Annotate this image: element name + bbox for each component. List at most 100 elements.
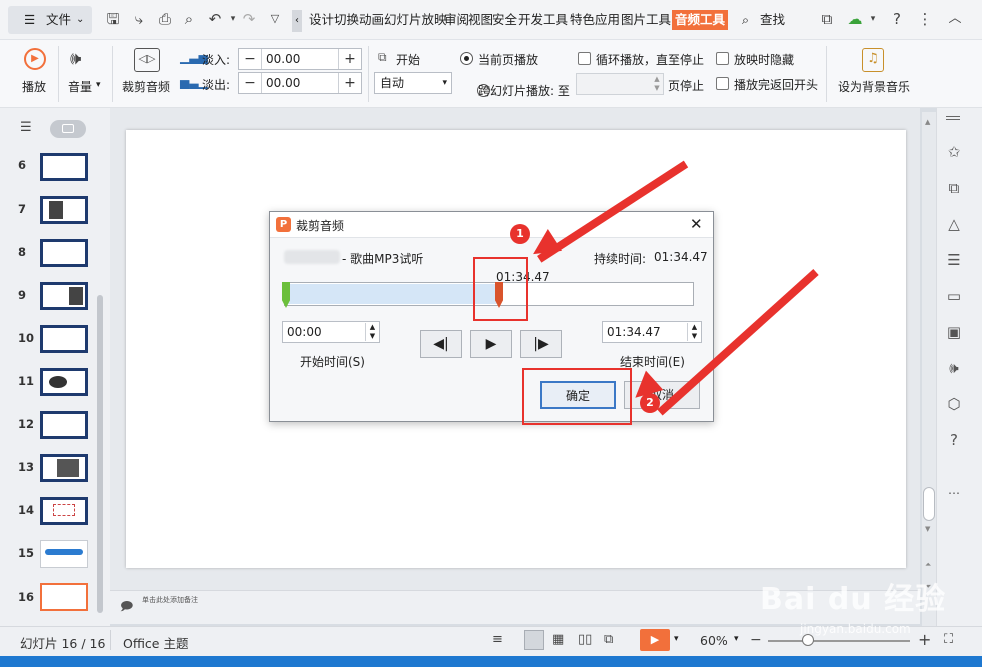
save-icon[interactable]: 🖫 — [104, 10, 122, 28]
scroll-down-icon[interactable]: ▼ — [925, 525, 930, 533]
more-icon[interactable]: ⋮ — [916, 10, 934, 28]
adjust-icon[interactable]: ☰ — [944, 250, 964, 270]
more-icon[interactable]: … — [944, 480, 964, 500]
tab-slideshow[interactable]: 幻灯片放映 — [384, 10, 447, 30]
scrollbar-thumb[interactable] — [923, 487, 935, 521]
background-music-button[interactable]: 设为背景音乐 — [838, 78, 910, 95]
redo-icon[interactable]: ↷ — [240, 10, 258, 28]
spin-arrows-icon[interactable]: ▲ ▼ — [651, 75, 663, 93]
print-icon[interactable]: ⎙ — [156, 10, 174, 28]
increment-button[interactable]: + — [339, 73, 361, 93]
zoom-slider[interactable] — [768, 640, 910, 642]
next-frame-button[interactable]: |▶ — [520, 330, 562, 358]
play-icon[interactable]: ▶ — [24, 48, 46, 70]
shield-icon[interactable]: ⬡ — [944, 394, 964, 414]
file-menu[interactable]: 文件 — [46, 8, 71, 32]
undo-icon[interactable]: ↶ — [206, 10, 224, 28]
audio-icon[interactable]: 🕪 — [944, 358, 964, 378]
cross-slides-page-spinner[interactable]: ▲ ▼ — [576, 73, 664, 95]
radio-current-page-label[interactable]: 当前页播放 — [478, 51, 538, 68]
spin-arrows-icon[interactable]: ▲ ▼ — [365, 323, 379, 341]
zoom-level[interactable]: 60% — [700, 633, 728, 648]
previous-frame-button[interactable]: ◀| — [420, 330, 462, 358]
fade-in-value[interactable]: 00.00 — [261, 49, 339, 69]
slide-thumbnail[interactable] — [40, 497, 88, 525]
slide-thumbnail-selected[interactable] — [40, 583, 88, 611]
slideshow-play-icon[interactable]: ▶ — [640, 629, 670, 651]
decrement-button[interactable]: − — [239, 73, 261, 93]
theme-name[interactable]: Office 主题 — [123, 633, 188, 652]
thumbnail-scrollbar[interactable] — [97, 295, 103, 613]
radio-cross-slides-label[interactable]: 跨幻灯片播放: 至 — [478, 82, 570, 99]
slide-thumbnail[interactable] — [40, 368, 88, 396]
tabs-scroll-left-icon[interactable]: ‹ — [292, 10, 302, 32]
radio-current-page[interactable] — [460, 52, 473, 65]
zoom-dropdown-icon[interactable]: ▾ — [734, 634, 739, 644]
copy-style-icon[interactable]: ⧉ — [944, 178, 964, 198]
end-time-value[interactable]: 01:34.47 — [603, 322, 687, 342]
collapse-ribbon-icon[interactable]: ︿ — [946, 10, 964, 28]
prev-slide-icon[interactable]: ⏶ — [925, 560, 931, 570]
start-select[interactable]: 自动 ▾ — [374, 72, 452, 94]
share-icon[interactable]: ⤷ — [130, 10, 148, 28]
outline-view-icon[interactable]: ☰ — [20, 120, 32, 135]
slide-thumbnail[interactable] — [40, 325, 88, 353]
reading-view-icon[interactable]: ▯▯ — [578, 632, 592, 647]
volume-button[interactable]: 音量 — [68, 78, 92, 95]
close-icon[interactable]: ✕ — [690, 215, 703, 233]
fade-out-value[interactable]: 00.00 — [261, 73, 339, 93]
tab-review[interactable]: 审阅 — [444, 10, 469, 30]
search-button[interactable]: 查找 — [760, 8, 785, 32]
rewind-checkbox[interactable] — [716, 77, 729, 90]
start-time-value[interactable]: 00:00 — [283, 322, 365, 342]
customize-dropdown-icon[interactable]: ▽ — [266, 10, 284, 28]
notes-toggle-icon[interactable]: ≡ — [492, 632, 503, 647]
hide-checkbox[interactable] — [716, 52, 729, 65]
slide-thumbnail[interactable] — [40, 454, 88, 482]
tab-features[interactable]: 特色应用 — [570, 10, 620, 30]
slide-thumbnail[interactable] — [40, 540, 88, 568]
slide-thumbnail[interactable] — [40, 239, 88, 267]
zoom-in-icon[interactable]: + — [918, 630, 931, 649]
image-icon[interactable]: ▣ — [944, 322, 964, 342]
end-time-spinner[interactable]: 01:34.47 ▲ ▼ — [602, 321, 702, 343]
cloud-sync-icon[interactable]: ☁ — [846, 10, 864, 28]
tab-audio-tools[interactable]: 音频工具 — [672, 10, 729, 30]
tab-security[interactable]: 安全 — [492, 10, 517, 30]
magic-icon[interactable]: ✩ — [944, 142, 964, 162]
volume-icon[interactable]: 🕪 — [70, 48, 81, 69]
music-note-icon[interactable]: ♫ — [862, 48, 884, 72]
slide-thumbnail[interactable] — [40, 196, 88, 224]
fit-window-icon[interactable]: ⛶ — [944, 632, 953, 647]
trim-audio-icon[interactable]: ◁▷ — [134, 48, 160, 72]
start-time-spinner[interactable]: 00:00 ▲ ▼ — [282, 321, 380, 343]
slideshow-dropdown-icon[interactable]: ▾ — [674, 634, 679, 644]
slide-thumbnail[interactable] — [40, 411, 88, 439]
loop-checkbox[interactable] — [578, 52, 591, 65]
fade-in-spinner[interactable]: − 00.00 + — [238, 48, 362, 70]
zoom-out-icon[interactable]: − — [750, 632, 762, 648]
spin-arrows-icon[interactable]: ▲ ▼ — [687, 323, 701, 341]
help-icon[interactable]: ? — [944, 430, 964, 450]
presenter-view-icon[interactable]: ⧉ — [604, 632, 613, 647]
tab-transition[interactable]: 切换 — [334, 10, 359, 30]
tab-picture-tools[interactable]: 图片工具 — [621, 10, 671, 30]
play-button[interactable]: 播放 — [22, 78, 46, 95]
notes-placeholder[interactable]: 单击此处添加备注 — [142, 595, 198, 605]
loop-label[interactable]: 循环播放，直至停止 — [596, 51, 704, 68]
normal-view-icon[interactable] — [524, 630, 544, 650]
help-icon[interactable]: ? — [888, 10, 906, 28]
hamburger-icon[interactable]: ☰ — [24, 8, 35, 32]
slide-thumbnail[interactable] — [40, 282, 88, 310]
increment-button[interactable]: + — [339, 49, 361, 69]
rewind-label[interactable]: 播放完返回开头 — [734, 76, 818, 93]
archive-icon[interactable]: ▭ — [944, 286, 964, 306]
expand-panel-icon[interactable] — [946, 116, 960, 120]
tab-view[interactable]: 视图 — [468, 10, 493, 30]
search-icon[interactable]: ⌕ — [742, 8, 749, 32]
tab-developer[interactable]: 开发工具 — [518, 10, 568, 30]
cloud-doc-icon[interactable]: ⧉ — [818, 10, 836, 28]
vertical-scrollbar[interactable] — [922, 112, 936, 628]
fade-out-spinner[interactable]: − 00.00 + — [238, 72, 362, 94]
tab-design[interactable]: 设计 — [309, 10, 334, 30]
